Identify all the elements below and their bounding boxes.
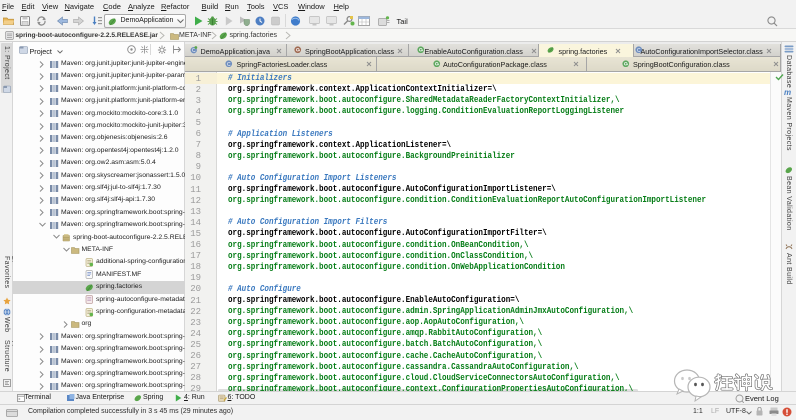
svg-text:C: C bbox=[227, 61, 231, 67]
svg-text:C: C bbox=[192, 48, 196, 53]
